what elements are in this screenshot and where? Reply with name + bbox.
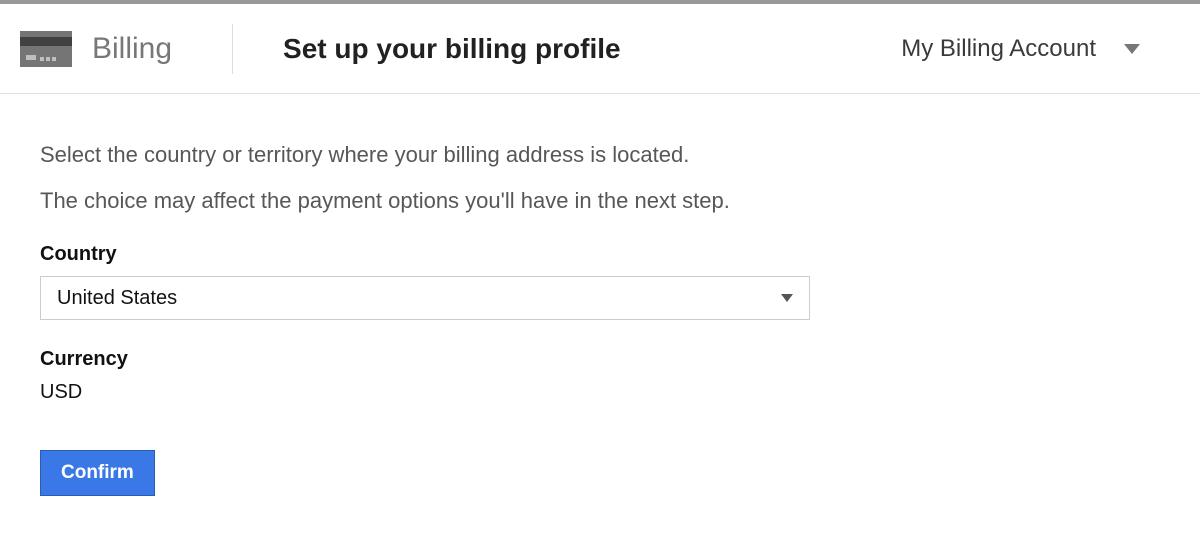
dropdown-triangle-icon [1124, 44, 1140, 54]
dropdown-triangle-icon [781, 294, 793, 302]
currency-label: Currency [40, 348, 1160, 371]
country-select[interactable]: United States [40, 276, 810, 320]
country-value: United States [57, 287, 177, 310]
account-selector[interactable]: My Billing Account [901, 35, 1180, 63]
instruction-line-2: The choice may affect the payment option… [40, 186, 1160, 216]
country-label: Country [40, 243, 1160, 266]
confirm-button[interactable]: Confirm [40, 450, 155, 496]
billing-label: Billing [92, 32, 172, 66]
billing-section: Billing [20, 31, 232, 67]
account-name: My Billing Account [901, 35, 1096, 63]
vertical-divider [232, 24, 233, 74]
page-header: Billing Set up your billing profile My B… [0, 4, 1200, 94]
form-content: Select the country or territory where yo… [0, 94, 1200, 516]
page-title: Set up your billing profile [283, 33, 621, 65]
currency-value: USD [40, 381, 1160, 404]
instruction-line-1: Select the country or territory where yo… [40, 140, 1160, 170]
credit-card-icon [20, 31, 72, 67]
